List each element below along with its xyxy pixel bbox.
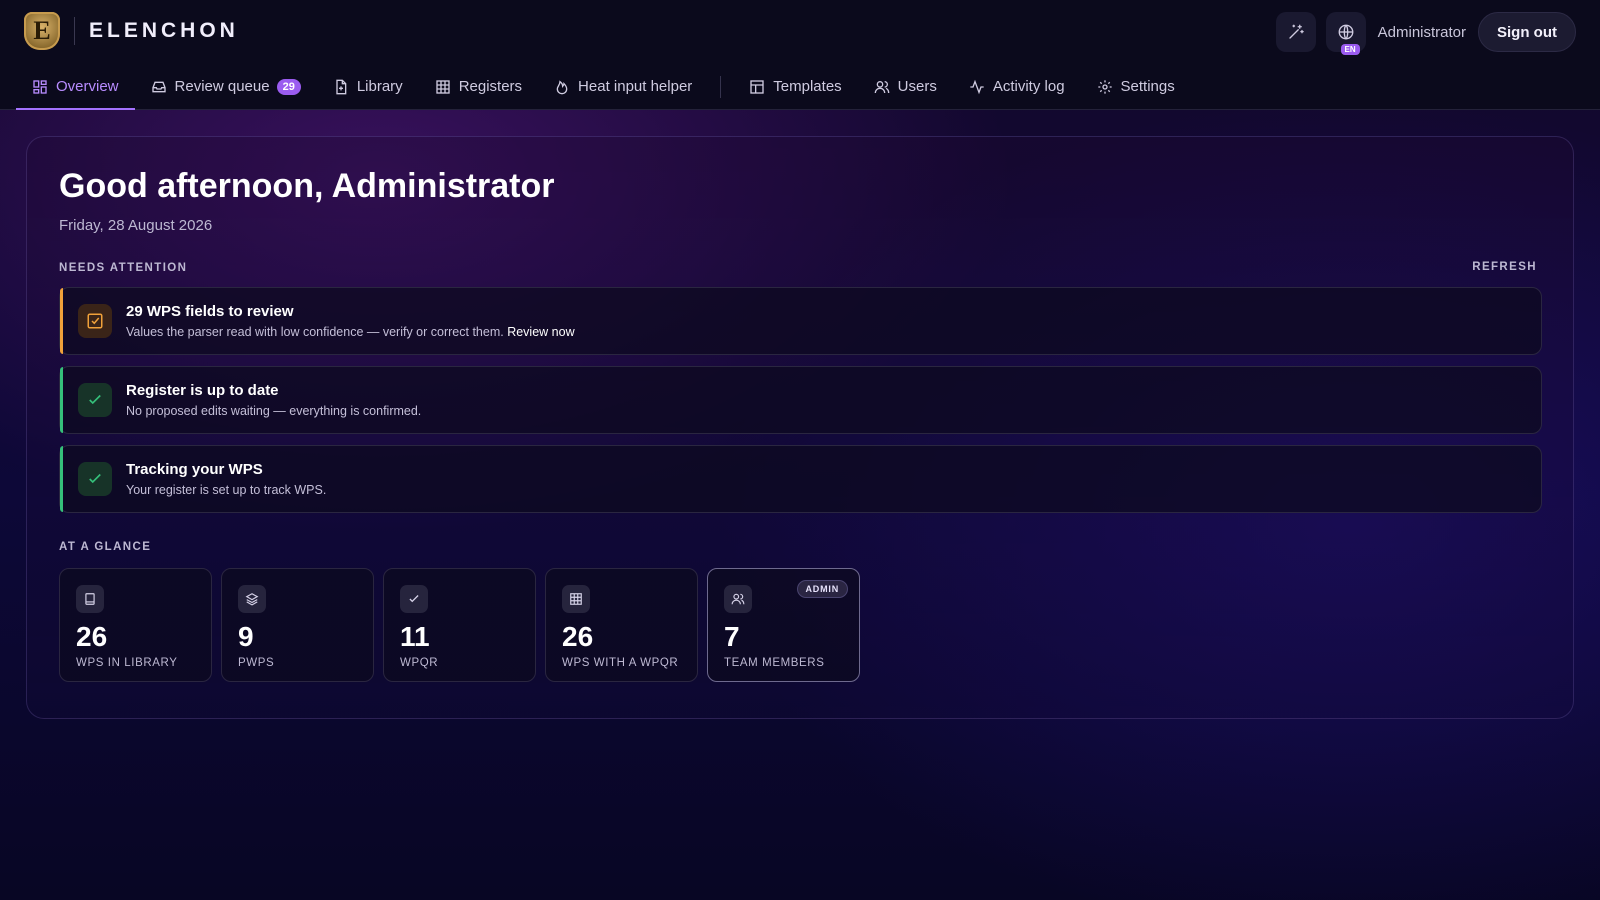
stat-icon-box bbox=[238, 585, 266, 613]
table-icon bbox=[436, 79, 450, 94]
tab-heat-input-helper[interactable]: Heat input helper bbox=[538, 64, 708, 109]
stat-label: WPQR bbox=[400, 657, 439, 669]
stat-wpqr[interactable]: 11 WPQR bbox=[383, 568, 536, 682]
table-icon bbox=[570, 593, 582, 605]
globe-icon bbox=[1338, 24, 1354, 40]
needs-attention-heading: NEEDS ATTENTION bbox=[59, 262, 188, 274]
tab-label: Overview bbox=[56, 78, 119, 95]
page-title: Good afternoon, Administrator bbox=[59, 167, 555, 205]
stat-icon-box bbox=[76, 585, 104, 613]
stat-value: 26 bbox=[76, 621, 108, 652]
tab-library[interactable]: Library bbox=[317, 64, 419, 109]
alert-tracking-wps: Tracking your WPS Your register is set u… bbox=[59, 445, 1542, 513]
stat-value: 7 bbox=[724, 621, 740, 652]
stat-wps-in-library[interactable]: 26 WPS IN LIBRARY bbox=[59, 568, 212, 682]
sign-out-button[interactable]: Sign out bbox=[1478, 12, 1576, 52]
tab-label: Registers bbox=[458, 78, 523, 95]
current-date: Friday, 28 August 2026 bbox=[59, 217, 213, 234]
brand[interactable]: E ELENCHON bbox=[24, 12, 239, 50]
inbox-icon bbox=[151, 81, 166, 92]
alert-accent-bar bbox=[60, 367, 63, 433]
stat-icon-box bbox=[400, 585, 428, 613]
alert-text: Tracking your WPS Your register is set u… bbox=[126, 461, 326, 497]
tab-label: Review queue bbox=[174, 78, 270, 95]
logo-icon: E bbox=[24, 12, 60, 50]
language-button[interactable]: EN bbox=[1325, 12, 1366, 55]
stat-pwps[interactable]: 9 PWPS bbox=[221, 568, 374, 682]
flame-icon bbox=[556, 79, 568, 94]
tab-label: Templates bbox=[773, 78, 842, 95]
user-name: Administrator bbox=[1377, 23, 1466, 41]
top-right-actions: EN Administrator Sign out bbox=[1266, 12, 1576, 55]
stat-value: 11 bbox=[400, 621, 430, 652]
layers-icon bbox=[245, 593, 259, 606]
checkbox-icon bbox=[87, 313, 103, 329]
book-icon bbox=[85, 593, 95, 605]
stat-value: 9 bbox=[238, 621, 254, 652]
tab-label: Heat input helper bbox=[578, 78, 693, 95]
alert-icon-box bbox=[78, 304, 112, 338]
nav-divider bbox=[720, 75, 722, 98]
main-nav: Overview Review queue 29 Library Registe… bbox=[0, 64, 1600, 110]
review-count-badge: 29 bbox=[276, 78, 301, 95]
check-icon bbox=[89, 473, 101, 484]
magic-wand-button[interactable] bbox=[1275, 12, 1316, 52]
brand-name: ELENCHON bbox=[89, 19, 239, 42]
tab-review-queue[interactable]: Review queue 29 bbox=[135, 64, 317, 109]
admin-badge: ADMIN bbox=[796, 580, 848, 598]
alert-icon-box bbox=[78, 383, 112, 417]
tab-label: Library bbox=[356, 78, 403, 95]
stat-label: WPS WITH A WPQR bbox=[562, 657, 679, 669]
tab-overview[interactable]: Overview bbox=[16, 64, 135, 110]
alert-accent-bar bbox=[60, 288, 63, 354]
stat-label: WPS IN LIBRARY bbox=[76, 657, 178, 669]
check-icon bbox=[409, 595, 419, 603]
tab-templates[interactable]: Templates bbox=[733, 64, 857, 109]
alert-icon-box bbox=[78, 462, 112, 496]
activity-icon bbox=[970, 79, 984, 94]
tab-activity-log[interactable]: Activity log bbox=[953, 64, 1081, 109]
alert-description: Your register is set up to track WPS. bbox=[126, 483, 327, 497]
alert-description: No proposed edits waiting — everything i… bbox=[126, 404, 422, 418]
alert-text: Register is up to date No proposed edits… bbox=[126, 382, 421, 418]
tab-registers[interactable]: Registers bbox=[419, 64, 538, 109]
alert-title: 29 WPS fields to review bbox=[126, 303, 294, 320]
alert-wps-review[interactable]: 29 WPS fields to review Values the parse… bbox=[59, 287, 1542, 355]
top-bar: E ELENCHON EN Administrator Sign out bbox=[0, 0, 1600, 64]
stat-icon-box bbox=[724, 585, 752, 613]
grid-icon bbox=[33, 79, 47, 94]
gear-icon bbox=[1097, 79, 1112, 94]
refresh-button[interactable]: REFRESH bbox=[1472, 261, 1537, 273]
users-icon bbox=[874, 80, 890, 93]
brand-divider bbox=[74, 17, 75, 45]
file-icon bbox=[336, 79, 347, 94]
review-now-link[interactable]: Review now bbox=[507, 325, 574, 339]
alert-description-text: Values the parser read with low confiden… bbox=[126, 325, 504, 339]
stat-value: 26 bbox=[562, 621, 594, 652]
stat-wps-with-wpqr[interactable]: 26 WPS WITH A WPQR bbox=[545, 568, 698, 682]
magic-wand-icon bbox=[1288, 24, 1304, 39]
alert-description: Values the parser read with low confiden… bbox=[126, 325, 575, 339]
at-a-glance-heading: AT A GLANCE bbox=[59, 541, 152, 553]
alert-title: Register is up to date bbox=[126, 382, 279, 399]
check-icon bbox=[89, 394, 101, 405]
users-icon bbox=[731, 593, 745, 605]
tab-label: Settings bbox=[1120, 78, 1175, 95]
layout-icon bbox=[750, 79, 764, 94]
tab-users[interactable]: Users bbox=[858, 64, 953, 109]
alert-text: 29 WPS fields to review Values the parse… bbox=[126, 303, 575, 339]
stat-team-members[interactable]: ADMIN 7 TEAM MEMBERS bbox=[707, 568, 860, 682]
tab-settings[interactable]: Settings bbox=[1081, 64, 1191, 109]
alert-register-status: Register is up to date No proposed edits… bbox=[59, 366, 1542, 434]
tab-label: Users bbox=[897, 78, 937, 95]
alert-title: Tracking your WPS bbox=[126, 461, 263, 478]
alert-accent-bar bbox=[60, 446, 63, 512]
overview-panel: Good afternoon, Administrator Friday, 28… bbox=[26, 136, 1574, 719]
language-badge: EN bbox=[1340, 44, 1360, 55]
stat-label: PWPS bbox=[238, 657, 275, 669]
tab-label: Activity log bbox=[992, 78, 1065, 95]
stat-icon-box bbox=[562, 585, 590, 613]
stat-label: TEAM MEMBERS bbox=[724, 657, 825, 669]
